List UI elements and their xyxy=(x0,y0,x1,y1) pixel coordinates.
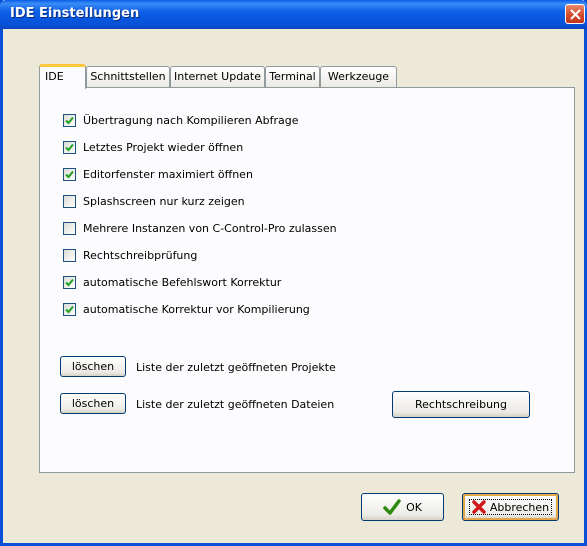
tab-werkzeuge[interactable]: Werkzeuge xyxy=(320,66,397,87)
window-title: IDE Einstellungen xyxy=(10,6,140,21)
option-label: Mehrere Instanzen von C-Control-Pro zula… xyxy=(83,222,337,235)
checkbox-unchecked[interactable] xyxy=(63,222,76,235)
recent-projects-label: Liste der zuletzt geöffneten Projekte xyxy=(136,361,336,374)
close-button[interactable] xyxy=(565,4,585,24)
option-label: Splashscreen nur kurz zeigen xyxy=(83,195,245,208)
close-icon xyxy=(570,9,581,20)
checkbox-unchecked[interactable] xyxy=(63,249,76,262)
checkbox-checked[interactable] xyxy=(63,168,76,181)
option-label: Rechtschreibprüfung xyxy=(83,249,198,262)
tab-ide[interactable]: IDE xyxy=(39,64,86,89)
option-label: automatische Korrektur vor Kompilierung xyxy=(83,303,310,316)
cancel-label: Abbrechen xyxy=(489,500,550,514)
settings-dialog: IDE Einstellungen IDE Schnittstellen Int… xyxy=(0,0,587,546)
tab-schnittstellen[interactable]: Schnittstellen xyxy=(86,66,170,87)
option-label: automatische Befehlswort Korrektur xyxy=(83,276,282,289)
ok-label: OK xyxy=(406,500,422,514)
tab-label: Terminal xyxy=(269,70,316,83)
check-icon xyxy=(65,305,74,314)
option-label: Letztes Projekt wieder öffnen xyxy=(83,141,244,154)
ok-button[interactable]: OK xyxy=(361,493,444,521)
cancel-focus-ring: Abbrechen xyxy=(468,499,553,515)
cancel-button[interactable]: Abbrechen xyxy=(462,493,559,521)
spellcheck-button[interactable]: Rechtschreibung xyxy=(392,391,530,418)
check-icon xyxy=(65,143,74,152)
checkbox-checked[interactable] xyxy=(63,303,76,316)
clear-recent-projects-button[interactable]: löschen xyxy=(60,356,126,377)
check-icon xyxy=(65,116,74,125)
red-x-icon xyxy=(472,500,486,514)
check-icon xyxy=(65,170,74,179)
option-label: Editorfenster maximiert öffnen xyxy=(83,168,253,181)
tab-label: IDE xyxy=(45,70,64,83)
checkbox-unchecked[interactable] xyxy=(63,195,76,208)
checkbox-checked[interactable] xyxy=(63,141,76,154)
checkbox-checked[interactable] xyxy=(63,276,76,289)
option-label: Übertragung nach Kompilieren Abfrage xyxy=(83,114,299,127)
clear-recent-files-button[interactable]: löschen xyxy=(60,393,126,414)
title-bar[interactable]: IDE Einstellungen xyxy=(0,0,587,29)
tab-label: Werkzeuge xyxy=(327,70,390,83)
checkbox-checked[interactable] xyxy=(63,114,76,127)
recent-files-label: Liste der zuletzt geöffneten Dateien xyxy=(136,398,335,411)
checkmark-icon xyxy=(383,499,401,515)
tab-terminal[interactable]: Terminal xyxy=(265,66,320,87)
tab-label: Internet Update xyxy=(173,70,261,83)
tab-internet-update[interactable]: Internet Update xyxy=(170,66,265,87)
tab-label: Schnittstellen xyxy=(90,70,166,83)
check-icon xyxy=(65,278,74,287)
